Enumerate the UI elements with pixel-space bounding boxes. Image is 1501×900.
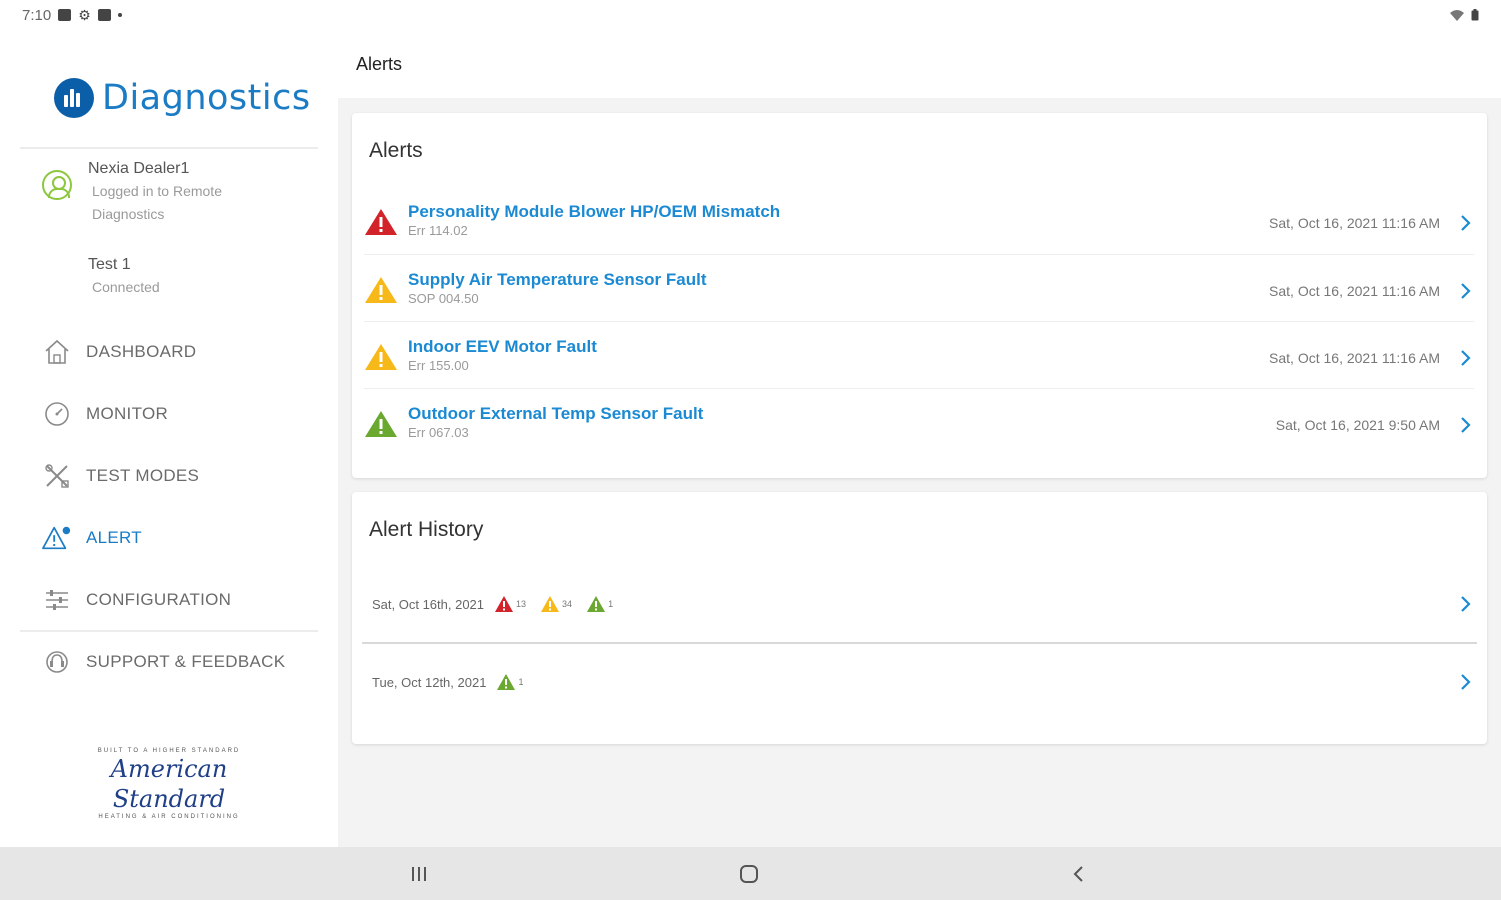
alert-code: Err 155.00 <box>408 358 469 373</box>
chevron-right-icon <box>1461 596 1471 612</box>
tools-icon <box>42 461 72 491</box>
back-button[interactable] <box>1066 861 1092 887</box>
dealer-status-line1: Logged in to Remote <box>92 183 222 199</box>
nav-alert-label: ALERT <box>86 528 142 547</box>
minor-alert-icon <box>587 596 606 612</box>
minor-alert-icon <box>365 411 397 437</box>
wifi-icon <box>1450 10 1464 21</box>
alert-code: SOP 004.50 <box>408 291 479 306</box>
status-bar: 7:10 ⚙ <box>0 0 1501 30</box>
critical-alert-icon <box>365 209 397 235</box>
diagnostics-logo-icon <box>54 78 94 118</box>
page-header: Alerts <box>338 30 1501 98</box>
nav-monitor-label: MONITOR <box>86 404 169 423</box>
nav-dashboard-label: DASHBOARD <box>86 342 197 361</box>
app-name: Diagnostics <box>102 78 311 118</box>
chevron-right-icon <box>1461 417 1471 433</box>
major-count: 34 <box>562 599 573 609</box>
major-alert-icon <box>541 596 560 612</box>
alert-row[interactable]: Indoor EEV Motor Fault Err 155.00 Sat, O… <box>364 322 1474 388</box>
critical-alert-icon <box>495 596 514 612</box>
alert-time: Sat, Oct 16, 2021 11:16 AM <box>1269 350 1440 366</box>
home-button[interactable] <box>736 861 762 887</box>
nav-alert[interactable]: ALERT <box>42 518 142 558</box>
more-notifications-icon <box>117 13 122 17</box>
history-date: Tue, Oct 12th, 2021 <box>372 674 487 690</box>
brand-subtitle: HEATING & AIR CONDITIONING <box>98 814 240 820</box>
back-chevron-icon <box>1073 866 1083 882</box>
alert-title: Indoor EEV Motor Fault <box>408 337 597 356</box>
alert-row[interactable]: Outdoor External Temp Sensor Fault Err 0… <box>364 389 1474 455</box>
nav-configuration[interactable]: CONFIGURATION <box>42 580 231 620</box>
alert-code: Err 067.03 <box>408 425 469 440</box>
chevron-right-icon <box>1461 350 1471 366</box>
settings-icon: ⚙ <box>78 6 91 23</box>
minor-alert-icon <box>497 674 516 690</box>
american-standard-logo: BUILT TO A HIGHER STANDARD American Stan… <box>64 748 274 820</box>
nav-test-modes[interactable]: TEST MODES <box>42 456 199 496</box>
nav-support-feedback-label: SUPPORT & FEEDBACK <box>86 652 286 671</box>
alert-row[interactable]: Supply Air Temperature Sensor Fault SOP … <box>364 255 1474 321</box>
chevron-right-icon <box>1461 283 1471 299</box>
app-logo: Diagnostics <box>54 78 311 118</box>
page-title: Alerts <box>356 54 403 74</box>
history-divider <box>362 642 1477 644</box>
minor-count-badge: 1 <box>496 673 523 691</box>
critical-count-badge: 13 <box>494 595 526 613</box>
minor-count: 1 <box>518 677 524 687</box>
alert-row[interactable]: Personality Module Blower HP/OEM Mismatc… <box>364 187 1474 253</box>
gallery-icon <box>58 9 72 21</box>
alerts-card-title: Alerts <box>369 139 423 162</box>
dealer-name: Nexia Dealer1 <box>88 160 190 177</box>
alert-history-card: Alert History Sat, Oct 16th, 2021 13 34 … <box>352 492 1487 744</box>
nav-monitor[interactable]: MONITOR <box>42 394 168 434</box>
account-device: Test 1 Connected <box>88 254 160 299</box>
minor-count-badge: 1 <box>586 595 613 613</box>
support-icon <box>42 647 72 677</box>
device-name: Test 1 <box>88 256 131 273</box>
nav-support-feedback[interactable]: SUPPORT & FEEDBACK <box>42 642 285 682</box>
history-date: Sat, Oct 16th, 2021 <box>372 596 485 612</box>
sidebar: Diagnostics Nexia Dealer1 Logged in to R… <box>0 30 338 847</box>
notification-icon <box>97 9 111 21</box>
brand-name: American Standard <box>110 755 228 813</box>
sidebar-divider <box>20 147 318 149</box>
history-row[interactable]: Sat, Oct 16th, 2021 13 34 1 <box>372 589 1474 619</box>
alert-title: Personality Module Blower HP/OEM Mismatc… <box>408 202 781 221</box>
battery-icon <box>1471 9 1479 21</box>
alert-title: Outdoor External Temp Sensor Fault <box>408 404 704 423</box>
major-alert-icon <box>365 277 397 303</box>
chevron-right-icon <box>1461 215 1471 231</box>
gauge-icon <box>42 399 72 429</box>
sidebar-divider-2 <box>20 630 318 632</box>
sliders-icon <box>42 585 72 615</box>
major-alert-icon <box>365 344 397 370</box>
nav-configuration-label: CONFIGURATION <box>86 590 232 609</box>
status-time: 7:10 <box>22 6 52 24</box>
nav-dashboard[interactable]: DASHBOARD <box>42 332 196 372</box>
home-circle-icon <box>740 865 758 883</box>
alert-icon <box>42 523 72 553</box>
alert-title: Supply Air Temperature Sensor Fault <box>408 270 707 289</box>
nav-test-modes-label: TEST MODES <box>86 466 200 485</box>
chevron-right-icon <box>1461 674 1471 690</box>
alert-time: Sat, Oct 16, 2021 11:16 AM <box>1269 283 1440 299</box>
home-icon <box>42 337 72 367</box>
account-dealer: Nexia Dealer1 Logged in to Remote Diagno… <box>42 158 222 226</box>
minor-count: 1 <box>608 599 614 609</box>
critical-count: 13 <box>516 599 527 609</box>
major-count-badge: 34 <box>540 595 572 613</box>
dealer-status-line2: Diagnostics <box>92 206 165 222</box>
recent-apps-button[interactable] <box>406 861 432 887</box>
history-row[interactable]: Tue, Oct 12th, 2021 1 <box>372 667 1474 697</box>
alerts-card: Alerts Personality Module Blower HP/OEM … <box>352 113 1487 478</box>
user-avatar-icon <box>42 170 72 200</box>
alert-time: Sat, Oct 16, 2021 9:50 AM <box>1275 417 1440 433</box>
recent-apps-icon <box>412 867 426 881</box>
alert-code: Err 114.02 <box>408 223 468 238</box>
system-nav-bar <box>0 847 1501 900</box>
alert-history-title: Alert History <box>369 518 484 541</box>
alert-time: Sat, Oct 16, 2021 11:16 AM <box>1269 215 1440 231</box>
device-status: Connected <box>92 279 160 295</box>
